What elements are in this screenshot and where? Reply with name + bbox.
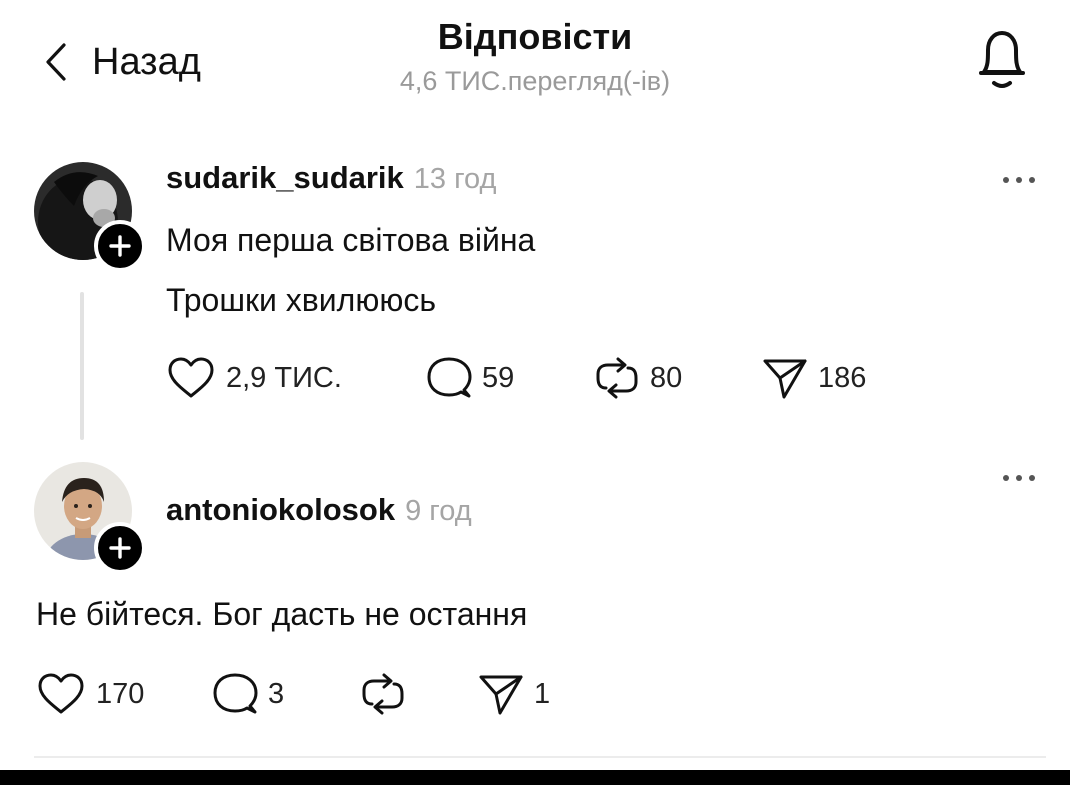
post-text-line: Не бійтеся. Бог дасть не остання xyxy=(36,596,528,632)
page-title: Відповісти xyxy=(437,16,633,57)
heart-icon xyxy=(168,357,214,398)
reply-count: 59 xyxy=(482,361,515,394)
repost-icon xyxy=(596,357,638,399)
post-header: sudarik_sudarik 13 год xyxy=(166,160,496,196)
comment-icon xyxy=(213,673,258,714)
post-text-line: Трошки хвилююсь xyxy=(166,282,436,318)
more-icon[interactable] xyxy=(1000,470,1040,486)
comment-icon xyxy=(427,357,472,398)
share-button[interactable]: 186 xyxy=(762,356,866,400)
repost-button[interactable]: 80 xyxy=(594,356,682,400)
share-button[interactable]: 1 xyxy=(478,672,550,716)
plus-icon xyxy=(109,537,131,559)
like-button[interactable]: 2,9 ТИС. xyxy=(166,356,342,400)
send-icon xyxy=(479,675,523,715)
username[interactable]: antoniokolosok xyxy=(166,492,395,528)
follow-button[interactable] xyxy=(94,220,146,272)
post-text-line: Моя перша світова війна xyxy=(166,222,536,258)
heart-icon xyxy=(38,673,84,714)
repost-button[interactable] xyxy=(360,672,416,716)
send-icon xyxy=(763,359,807,399)
post-time: 9 год xyxy=(405,495,472,527)
divider xyxy=(34,756,1046,758)
like-count: 2,9 ТИС. xyxy=(226,361,342,394)
bell-icon[interactable] xyxy=(972,26,1032,92)
share-count: 1 xyxy=(534,677,551,710)
post-time: 13 год xyxy=(413,163,497,195)
thread-line xyxy=(80,292,84,440)
repost-icon xyxy=(362,673,404,715)
post-header: antoniokolosok 9 год xyxy=(166,492,472,528)
view-count: 4,6 ТИС.перегляд(-ів) xyxy=(399,66,671,96)
bottom-bar xyxy=(0,770,1070,785)
reply-count: 3 xyxy=(268,677,285,710)
like-count: 170 xyxy=(96,677,145,710)
repost-count: 80 xyxy=(650,361,683,394)
username[interactable]: sudarik_sudarik xyxy=(166,160,404,196)
more-icon[interactable] xyxy=(1000,172,1040,188)
share-count: 186 xyxy=(818,361,867,394)
follow-button[interactable] xyxy=(94,522,146,574)
reply-button[interactable]: 59 xyxy=(426,356,514,400)
like-button[interactable]: 170 xyxy=(36,672,144,716)
plus-icon xyxy=(109,235,131,257)
reply-button[interactable]: 3 xyxy=(212,672,284,716)
